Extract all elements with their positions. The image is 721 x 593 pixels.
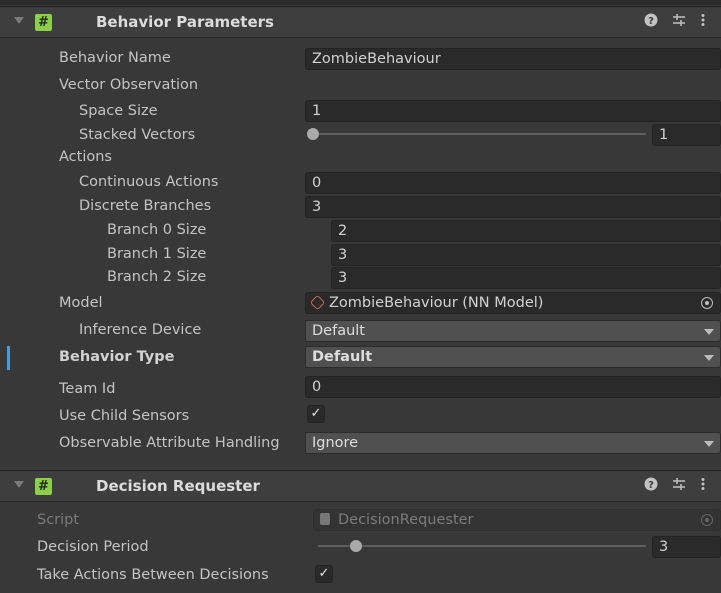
use-child-sensors-label: Use Child Sensors — [59, 408, 190, 424]
inference-device-label: Inference Device — [79, 322, 202, 338]
discrete-branches-label: Discrete Branches — [79, 198, 212, 214]
help-icon[interactable]: ? — [644, 13, 658, 31]
component-title: Decision Requester — [96, 477, 260, 495]
presets-icon[interactable] — [672, 13, 686, 31]
continuous-actions-input[interactable]: 0 — [305, 172, 721, 194]
script-value: DecisionRequester — [338, 512, 474, 528]
svg-text:?: ? — [648, 480, 654, 491]
component-title: Behavior Parameters — [96, 13, 274, 31]
script-object-field: DecisionRequester — [313, 509, 721, 531]
object-picker-icon[interactable] — [701, 297, 713, 309]
fold-arrow-icon[interactable] — [14, 481, 24, 488]
script-component-icon: # — [35, 14, 52, 31]
branch-2-size-label: Branch 2 Size — [107, 269, 207, 285]
continuous-actions-label: Continuous Actions — [79, 174, 219, 190]
top-strip — [0, 0, 721, 5]
take-actions-label: Take Actions Between Decisions — [37, 567, 269, 583]
behavior-name-input[interactable]: ZombieBehaviour — [305, 48, 721, 70]
dropdown-arrow-icon — [704, 355, 714, 361]
team-id-input[interactable]: 0 — [305, 376, 721, 398]
behavior-type-dropdown[interactable]: Default — [305, 346, 721, 368]
branch-0-size-label: Branch 0 Size — [107, 222, 207, 238]
discrete-branches-input[interactable]: 3 — [305, 196, 721, 218]
script-asset-icon — [320, 513, 330, 525]
behavior-name-label: Behavior Name — [59, 50, 171, 66]
behavior-parameters-header[interactable]: # Behavior Parameters ? — [0, 6, 721, 38]
model-value: ZombieBehaviour (NN Model) — [329, 295, 544, 311]
behavior-type-value: Default — [312, 349, 373, 365]
actions-label: Actions — [59, 149, 112, 165]
space-size-label: Space Size — [79, 103, 158, 119]
behavior-type-label: Behavior Type — [59, 349, 175, 365]
dropdown-arrow-icon — [704, 441, 714, 447]
script-component-icon: # — [35, 478, 52, 495]
team-id-label: Team Id — [59, 381, 116, 397]
object-picker-icon — [701, 514, 713, 526]
presets-icon[interactable] — [672, 477, 686, 495]
decision-period-slider-knob[interactable] — [350, 540, 362, 552]
branch-0-size-input[interactable]: 2 — [331, 220, 721, 242]
stacked-vectors-slider-track[interactable] — [311, 133, 646, 135]
decision-period-slider-track[interactable] — [318, 545, 646, 547]
model-label: Model — [59, 295, 103, 311]
inference-device-dropdown[interactable]: Default — [305, 320, 721, 342]
decision-period-input[interactable]: 3 — [652, 536, 721, 558]
stacked-vectors-input[interactable]: 1 — [652, 124, 721, 146]
stacked-vectors-slider-knob[interactable] — [307, 128, 319, 140]
space-size-input[interactable]: 1 — [305, 100, 721, 122]
modified-indicator — [7, 346, 10, 370]
observable-attribute-handling-value: Ignore — [312, 435, 359, 451]
vector-observation-label: Vector Observation — [59, 77, 199, 93]
decision-requester-header[interactable]: # Decision Requester ? — [0, 470, 721, 502]
dropdown-arrow-icon — [704, 329, 714, 335]
observable-attribute-handling-dropdown[interactable]: Ignore — [305, 432, 721, 454]
nn-model-icon — [309, 294, 326, 311]
branch-1-size-label: Branch 1 Size — [107, 246, 207, 262]
branch-2-size-input[interactable]: 3 — [331, 267, 721, 289]
decision-period-label: Decision Period — [37, 539, 149, 555]
inference-device-value: Default — [312, 323, 365, 339]
svg-text:?: ? — [648, 16, 654, 27]
script-label: Script — [37, 512, 80, 528]
help-icon[interactable]: ? — [644, 477, 658, 495]
context-menu-icon[interactable] — [700, 13, 706, 31]
take-actions-checkbox[interactable]: ✓ — [315, 565, 333, 583]
model-object-field[interactable]: ZombieBehaviour (NN Model) — [305, 292, 721, 314]
use-child-sensors-checkbox[interactable]: ✓ — [307, 405, 325, 423]
context-menu-icon[interactable] — [700, 477, 706, 495]
branch-1-size-input[interactable]: 3 — [331, 244, 721, 266]
fold-arrow-icon[interactable] — [14, 17, 24, 24]
stacked-vectors-label: Stacked Vectors — [79, 127, 196, 143]
observable-attribute-handling-label: Observable Attribute Handling — [59, 435, 280, 451]
